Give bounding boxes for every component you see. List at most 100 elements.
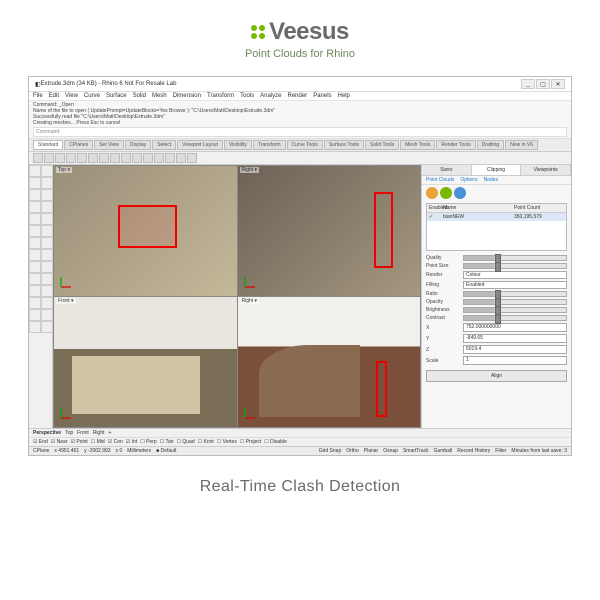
tab-visibility[interactable]: Visibility xyxy=(224,140,252,150)
vtab-front[interactable]: Front xyxy=(77,430,89,436)
tab-transform[interactable]: Transform xyxy=(253,140,286,150)
tool-icon[interactable] xyxy=(41,249,53,261)
render-select[interactable]: Colour xyxy=(463,271,567,279)
osnap-knot[interactable]: ☐ Knot xyxy=(198,439,214,445)
col-count[interactable]: Point Count xyxy=(514,205,564,211)
subtab-nodes[interactable]: Nodes xyxy=(484,177,498,183)
tab-sizes[interactable]: Sizes xyxy=(422,165,472,175)
tab-display[interactable]: Display xyxy=(125,140,151,150)
minimize-button[interactable]: _ xyxy=(521,79,535,89)
toggle-planar[interactable]: Planar xyxy=(364,448,378,454)
viewport-label[interactable]: Right ▾ xyxy=(240,298,260,304)
vtab-right[interactable]: Right xyxy=(93,430,105,436)
tool-icon[interactable] xyxy=(77,153,87,163)
tab-select[interactable]: Select xyxy=(152,140,176,150)
osnap-project[interactable]: ☐ Project xyxy=(240,439,261,445)
tool-icon[interactable] xyxy=(88,153,98,163)
osnap-cen[interactable]: ☑ Cen xyxy=(108,439,123,445)
y-input[interactable]: -849.65 xyxy=(463,334,567,343)
tool-icon[interactable] xyxy=(187,153,197,163)
menu-analyze[interactable]: Analyze xyxy=(260,93,281,99)
tool-icon[interactable] xyxy=(29,201,41,213)
tool-icon[interactable] xyxy=(41,213,53,225)
close-button[interactable]: ✕ xyxy=(551,79,565,89)
tab-viewpoints[interactable]: Viewpoints xyxy=(521,165,571,175)
osnap-int[interactable]: ☑ Int xyxy=(126,439,137,445)
toggle-ortho[interactable]: Ortho xyxy=(346,448,359,454)
tool-icon[interactable] xyxy=(41,177,53,189)
osnap-tan[interactable]: ☐ Tan xyxy=(160,439,174,445)
tool-icon[interactable] xyxy=(29,237,41,249)
tool-icon[interactable] xyxy=(41,165,53,177)
menu-surface[interactable]: Surface xyxy=(106,93,127,99)
tool-icon[interactable] xyxy=(33,153,43,163)
tab-surface-tools[interactable]: Surface Tools xyxy=(324,140,364,150)
status-layer[interactable]: ■ Default xyxy=(156,448,176,454)
toggle-record-history[interactable]: Record History xyxy=(457,448,490,454)
col-name[interactable]: Name xyxy=(443,205,514,211)
col-enabled[interactable]: Enabled xyxy=(429,205,443,211)
list-row[interactable]: ✓ bianNEW 350,195,579 xyxy=(427,213,566,221)
viewport-label[interactable]: Top ▾ xyxy=(56,167,72,173)
toggle-filter[interactable]: Filter xyxy=(495,448,506,454)
pointsize-slider[interactable] xyxy=(463,263,567,269)
tool-icon[interactable] xyxy=(154,153,164,163)
action-button[interactable] xyxy=(440,187,452,199)
toggle-gumball[interactable]: Gumball xyxy=(434,448,453,454)
menu-panels[interactable]: Panels xyxy=(313,93,331,99)
tool-icon[interactable] xyxy=(29,225,41,237)
z-input[interactable]: 5019.4 xyxy=(463,345,567,354)
tab-drafting[interactable]: Drafting xyxy=(477,140,505,150)
tool-icon[interactable] xyxy=(41,201,53,213)
menu-help[interactable]: Help xyxy=(338,93,350,99)
osnap-disable[interactable]: ☐ Disable xyxy=(264,439,287,445)
tab-viewport-layout[interactable]: Viewport Layout xyxy=(177,140,223,150)
align-button[interactable]: Align xyxy=(426,370,567,382)
row-enabled-checkbox[interactable]: ✓ xyxy=(429,214,443,220)
tool-icon[interactable] xyxy=(41,285,53,297)
tool-icon[interactable] xyxy=(29,321,41,333)
tool-icon[interactable] xyxy=(55,153,65,163)
tool-icon[interactable] xyxy=(66,153,76,163)
menu-transform[interactable]: Transform xyxy=(207,93,234,99)
tool-icon[interactable] xyxy=(41,273,53,285)
titlebar[interactable]: ◧ Extrude.3dm (34 KB) - Rhino 6 Not For … xyxy=(29,77,571,92)
opacity-slider[interactable] xyxy=(463,299,567,305)
tool-icon[interactable] xyxy=(143,153,153,163)
menu-tools[interactable]: Tools xyxy=(240,93,254,99)
viewport-front[interactable]: Front ▾ xyxy=(54,297,237,427)
tab-standard[interactable]: Standard xyxy=(33,140,63,150)
subtab-options[interactable]: Options xyxy=(460,177,477,183)
tab-cplanes[interactable]: CPlanes xyxy=(64,140,93,150)
tool-icon[interactable] xyxy=(41,321,53,333)
maximize-button[interactable]: ▢ xyxy=(536,79,550,89)
tool-icon[interactable] xyxy=(29,213,41,225)
vtab-top[interactable]: Top xyxy=(65,430,73,436)
osnap-end[interactable]: ☑ End xyxy=(33,439,48,445)
tool-icon[interactable] xyxy=(29,309,41,321)
menu-solid[interactable]: Solid xyxy=(133,93,146,99)
tab-clipping[interactable]: Clipping xyxy=(472,165,522,175)
tool-icon[interactable] xyxy=(41,297,53,309)
vtab-add[interactable]: + xyxy=(109,430,112,436)
viewport-right-2[interactable]: Right ▾ xyxy=(238,297,421,427)
menu-render[interactable]: Render xyxy=(288,93,308,99)
menu-view[interactable]: View xyxy=(65,93,78,99)
menu-file[interactable]: File xyxy=(33,93,43,99)
osnap-point[interactable]: ☑ Point xyxy=(71,439,88,445)
tab-new-v6[interactable]: New in V6 xyxy=(505,140,538,150)
osnap-near[interactable]: ☑ Near xyxy=(51,439,68,445)
tool-icon[interactable] xyxy=(41,189,53,201)
tool-icon[interactable] xyxy=(41,225,53,237)
tool-icon[interactable] xyxy=(41,237,53,249)
action-button[interactable] xyxy=(426,187,438,199)
filling-select[interactable]: Enabled xyxy=(463,281,567,289)
tool-icon[interactable] xyxy=(99,153,109,163)
quality-slider[interactable] xyxy=(463,255,567,261)
viewport-label[interactable]: Front ▾ xyxy=(56,298,76,304)
viewport-top[interactable]: Top ▾ xyxy=(54,166,237,296)
tool-icon[interactable] xyxy=(165,153,175,163)
subtab-point-clouds[interactable]: Point Clouds xyxy=(426,177,454,183)
tab-render-tools[interactable]: Render Tools xyxy=(436,140,475,150)
osnap-mid[interactable]: ☐ Mid xyxy=(91,439,105,445)
